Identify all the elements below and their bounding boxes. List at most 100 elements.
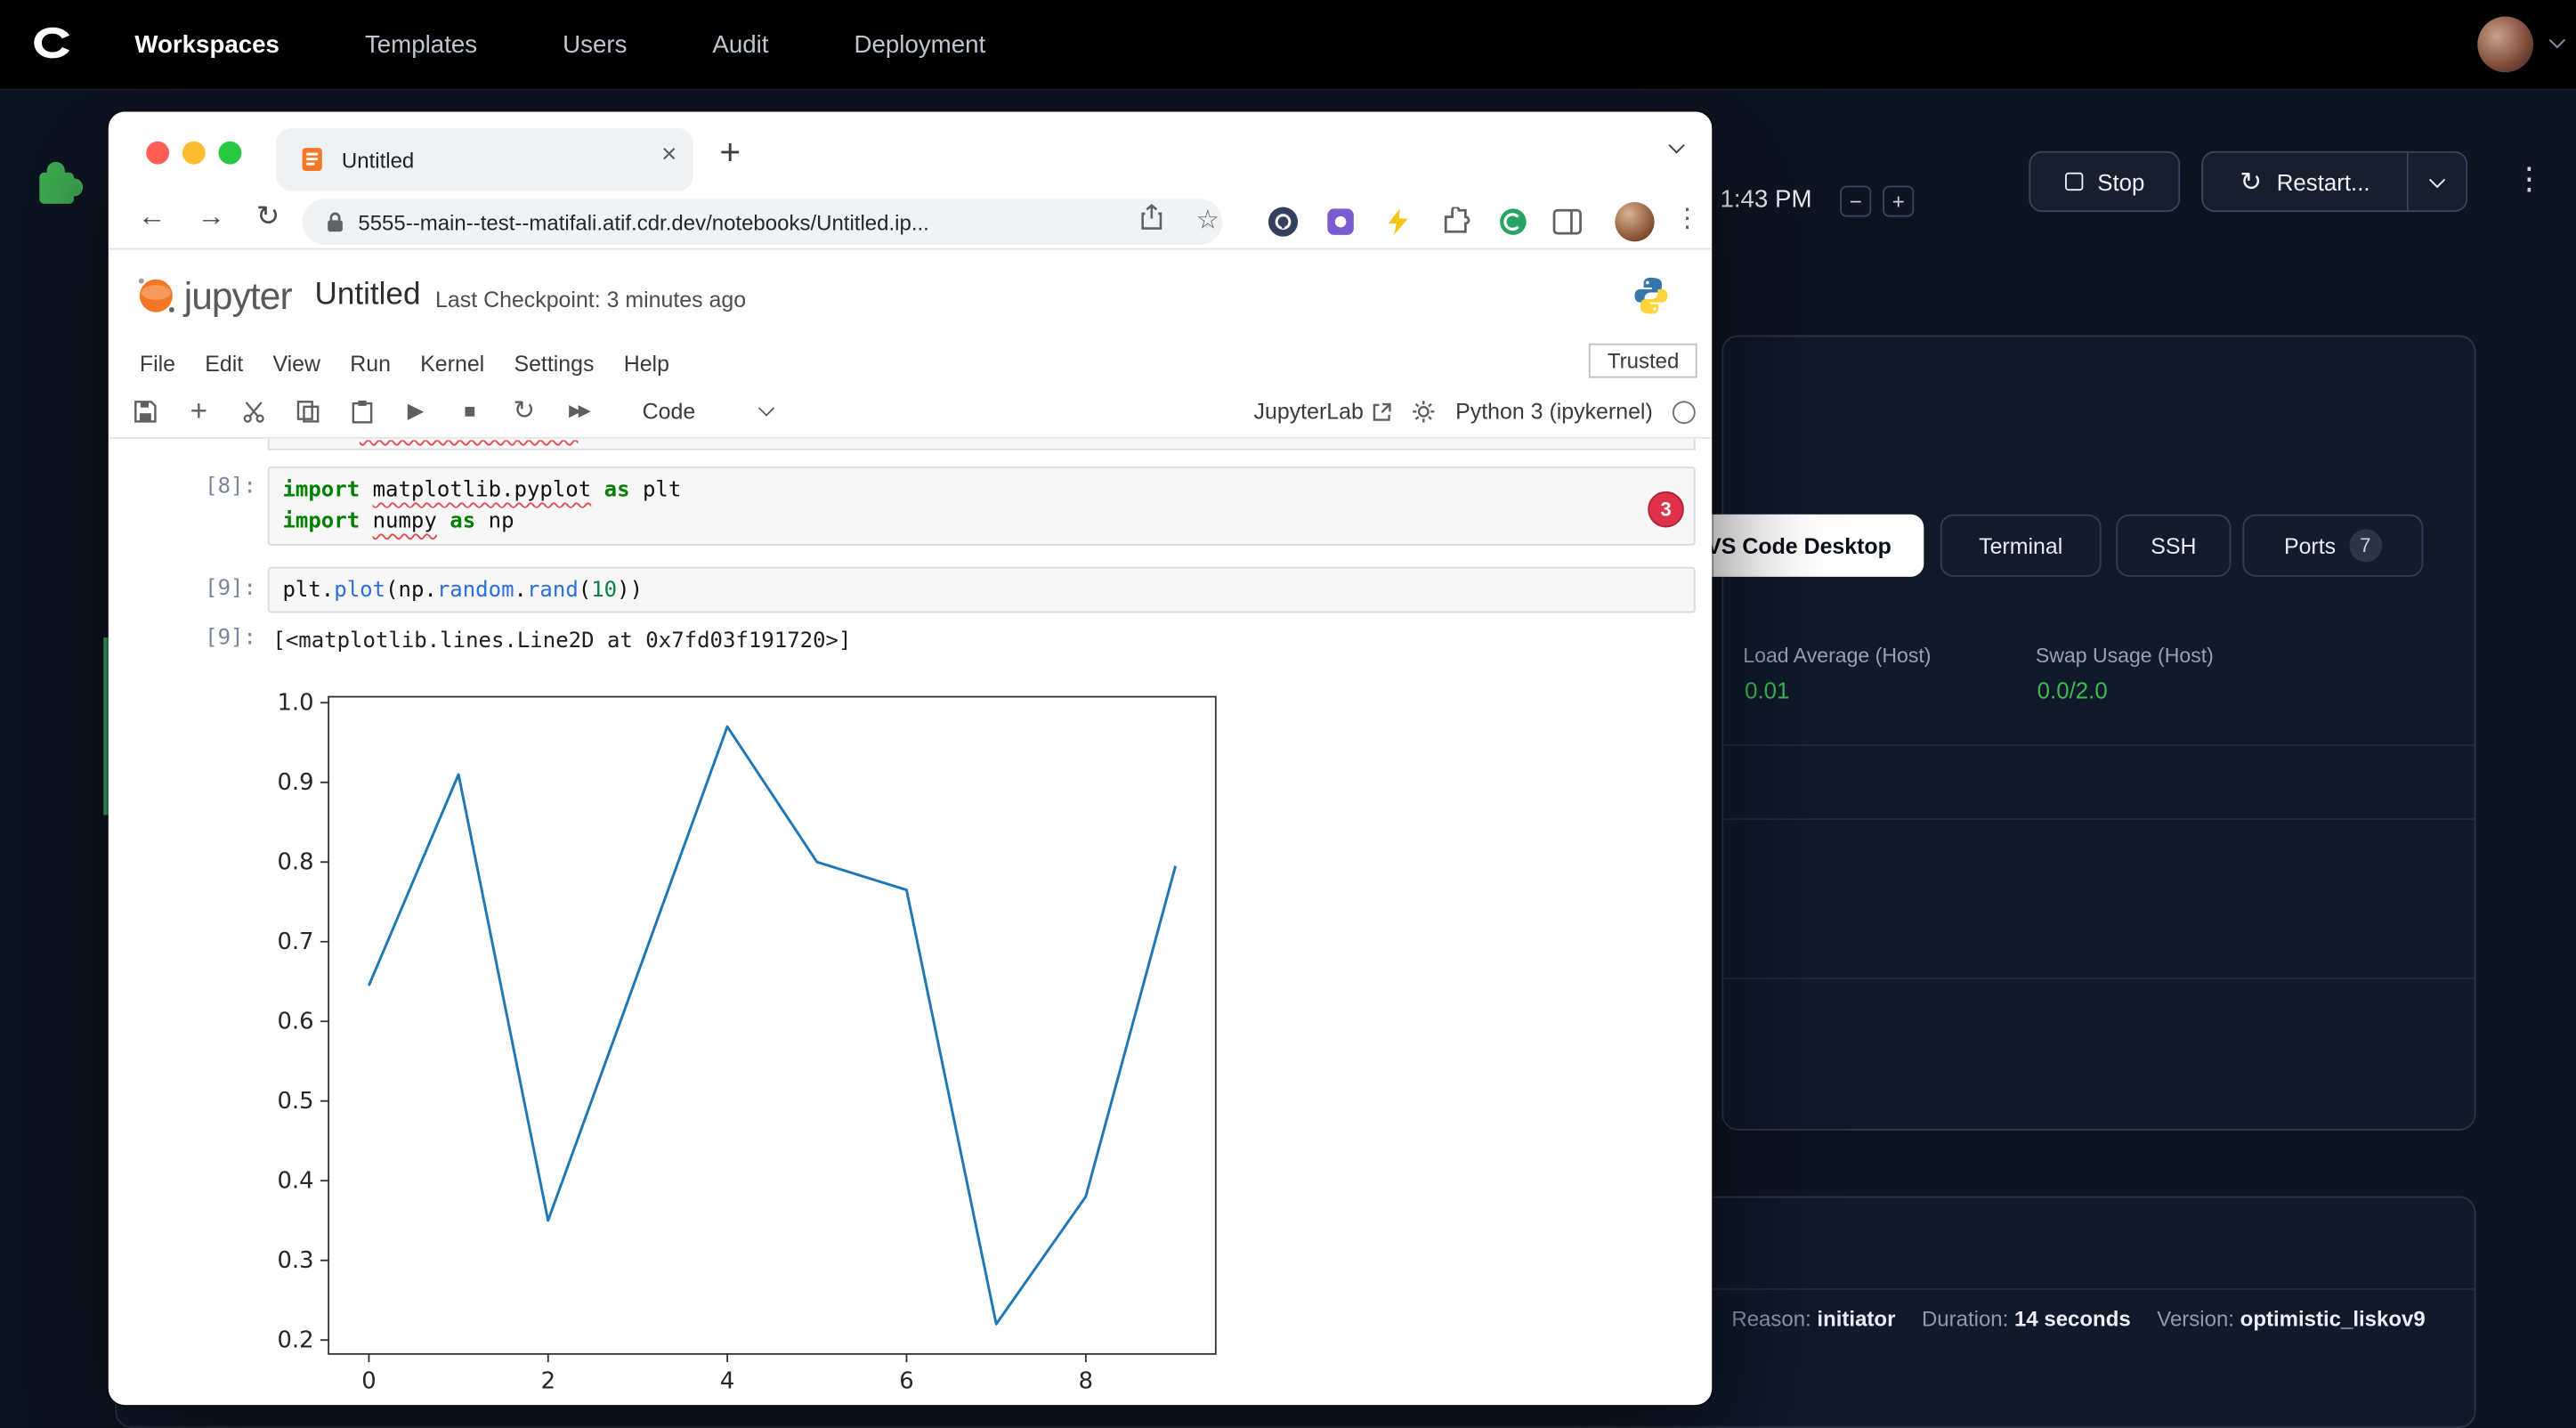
code-cell-9[interactable]: plt.plot(np.random.rand(10)) — [268, 567, 1696, 613]
user-avatar[interactable] — [2477, 16, 2533, 72]
add-cell-icon[interactable]: + — [182, 394, 215, 427]
save-icon[interactable] — [128, 394, 161, 427]
nav-item-templates[interactable]: Templates — [365, 30, 477, 58]
restart-run-all-icon[interactable]: ▶▶ — [562, 394, 595, 427]
coder-logo-icon — [28, 20, 77, 69]
ssh-button[interactable]: SSH — [2116, 515, 2231, 577]
matplotlib-figure: 0.20.30.40.50.60.70.80.91.002468 — [247, 677, 1298, 1405]
menu-view[interactable]: View — [272, 351, 320, 376]
browser-menu-icon[interactable]: ⋮ — [1674, 202, 1701, 235]
jupyter-header: jupyter Untitled Last Checkpoint: 3 minu… — [109, 250, 1712, 342]
back-icon[interactable]: ← — [138, 200, 166, 233]
interrupt-kernel-icon[interactable]: ■ — [453, 394, 486, 427]
forward-icon[interactable]: → — [197, 200, 224, 233]
panel-divider — [1723, 744, 2474, 746]
notebook-title[interactable]: Untitled — [315, 278, 421, 314]
stop-workspace-button[interactable]: Stop — [2029, 151, 2180, 212]
green-extension-icon[interactable] — [1496, 206, 1529, 239]
tab-search-chevron-icon[interactable] — [1668, 137, 1684, 153]
svg-text:6: 6 — [899, 1368, 913, 1395]
decrease-button[interactable]: − — [1840, 186, 1871, 217]
settings-gear-icon[interactable] — [1411, 400, 1436, 425]
puzzle-app-icon[interactable] — [33, 153, 85, 217]
ports-label: Ports — [2284, 533, 2336, 558]
ports-button[interactable]: Ports 7 — [2242, 515, 2423, 577]
cut-cell-icon[interactable] — [237, 394, 270, 427]
tab-close-icon[interactable]: × — [661, 142, 676, 171]
menu-kernel[interactable]: Kernel — [420, 351, 484, 376]
omnibox[interactable]: 5555--main--test--matifali.atif.cdr.dev/… — [303, 199, 1223, 245]
share-icon[interactable] — [1140, 204, 1163, 239]
nav-item-deployment[interactable]: Deployment — [855, 30, 986, 58]
lock-icon — [325, 210, 344, 233]
window-close-button[interactable] — [146, 142, 169, 165]
kernel-name[interactable]: Python 3 (ipykernel) — [1455, 400, 1653, 425]
notebook-favicon — [299, 146, 326, 173]
window-minimize-button[interactable] — [182, 142, 206, 165]
input-prompt: [8]: — [174, 475, 256, 499]
jupyter-wordmark: jupyter — [184, 273, 292, 318]
restart-workspace-button[interactable]: ↻ Restart... — [2201, 151, 2409, 212]
top-nav: Workspaces Templates Users Audit Deploym… — [0, 0, 2576, 91]
run-cell-icon[interactable]: ▶ — [400, 394, 433, 427]
svg-text:0.6: 0.6 — [277, 1009, 313, 1035]
svg-text:0.2: 0.2 — [277, 1327, 313, 1354]
nav-item-users[interactable]: Users — [563, 30, 627, 58]
kernel-status-icon — [1673, 400, 1696, 423]
increase-button[interactable]: + — [1883, 186, 1914, 217]
code-cell-8[interactable]: import matplotlib.pyplot as plt import n… — [268, 467, 1696, 546]
external-link-icon — [1372, 402, 1391, 421]
browser-address-bar: ← → ↻ 5555--main--test--matifali.atif.cd… — [109, 194, 1712, 250]
reload-icon[interactable]: ↻ — [256, 200, 279, 233]
notification-badge[interactable]: 3 — [1648, 491, 1684, 528]
extensions-puzzle-icon[interactable] — [1439, 206, 1472, 239]
menu-run[interactable]: Run — [350, 351, 391, 376]
build-version-value: optimistic_liskov9 — [2240, 1306, 2426, 1331]
restart-button-label: Restart... — [2277, 168, 2370, 195]
window-zoom-button[interactable] — [218, 142, 241, 165]
menu-file[interactable]: File — [140, 351, 175, 376]
nav-item-audit[interactable]: Audit — [712, 30, 768, 58]
paste-cell-icon[interactable] — [345, 394, 378, 427]
bolt-extension-icon[interactable] — [1381, 206, 1414, 239]
browser-profile-avatar[interactable] — [1615, 202, 1654, 241]
browser-tab[interactable]: Untitled × — [276, 128, 693, 191]
url-text[interactable]: 5555--main--test--matifali.atif.cdr.dev/… — [358, 209, 928, 234]
terminal-button[interactable]: Terminal — [1940, 515, 2102, 577]
bookmark-star-icon[interactable]: ☆ — [1196, 204, 1219, 237]
cell-type-select[interactable]: Code — [643, 399, 773, 424]
svg-text:0.4: 0.4 — [277, 1168, 313, 1195]
jupyter-menubar: File Edit View Run Kernel Settings Help … — [109, 342, 1712, 385]
stop-button-label: Stop — [2097, 168, 2144, 195]
input-prompt: [9]: — [174, 577, 256, 602]
checkpoint-status: Last Checkpoint: 3 minutes ago — [435, 287, 746, 312]
cell-type-chevron-icon — [758, 401, 774, 417]
restart-options-button[interactable] — [2409, 151, 2467, 212]
build-reason-label: Reason: — [1731, 1306, 1810, 1331]
svg-text:0.9: 0.9 — [277, 769, 313, 796]
trusted-badge[interactable]: Trusted — [1590, 344, 1697, 378]
panel-divider — [1723, 818, 2474, 820]
svg-text:0.8: 0.8 — [277, 849, 313, 876]
browser-window: Untitled × + ← → ↻ 5555--main--test--mat… — [109, 112, 1712, 1406]
code-line: plt.plot(np.random.rand(10)) — [282, 575, 1681, 606]
copy-cell-icon[interactable] — [291, 394, 324, 427]
new-tab-button[interactable]: + — [719, 132, 741, 174]
partial-cell-above[interactable]: import matplotlib.pyplot as plt — [268, 439, 1696, 450]
coder-logo[interactable] — [13, 20, 93, 69]
menu-edit[interactable]: Edit — [205, 351, 243, 376]
jupyterlab-link[interactable]: JupyterLab — [1254, 400, 1392, 425]
workspace-menu-button[interactable]: ⋮ — [2514, 161, 2545, 199]
build-version-label: Version: — [2157, 1306, 2234, 1331]
nav-item-workspaces[interactable]: Workspaces — [134, 30, 279, 58]
svg-text:0: 0 — [361, 1368, 376, 1395]
code-line: import numpy as np — [282, 506, 1681, 537]
load-average-value: 0.01 — [1745, 677, 1789, 703]
restart-kernel-icon[interactable]: ↻ — [507, 394, 540, 427]
user-menu-chevron-icon[interactable] — [2549, 32, 2565, 48]
menu-settings[interactable]: Settings — [514, 351, 594, 376]
side-panel-icon[interactable] — [1551, 206, 1584, 239]
onepassword-extension-icon[interactable] — [1267, 206, 1300, 239]
menu-help[interactable]: Help — [624, 351, 669, 376]
purple-extension-icon[interactable] — [1324, 206, 1357, 239]
